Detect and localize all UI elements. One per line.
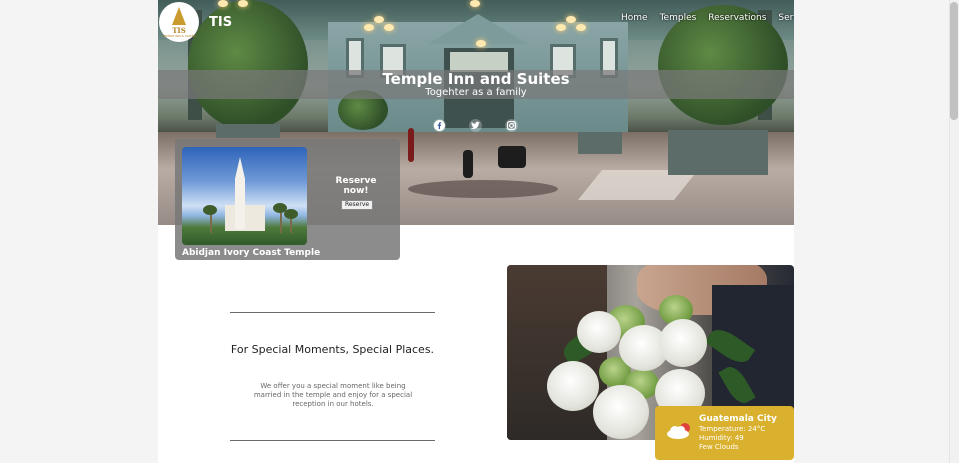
few-clouds-icon xyxy=(667,423,690,439)
hero-door-window xyxy=(450,52,508,72)
hero-chandelier xyxy=(374,16,384,23)
hero-title: Temple Inn and Suites xyxy=(382,70,570,88)
hero-rug xyxy=(408,180,558,198)
page-margin-right xyxy=(794,0,949,463)
reservation-card: Reserve now! Reserve Abidjan Ivory Coast… xyxy=(175,139,400,260)
social-links xyxy=(433,119,518,132)
hero-chandelier xyxy=(238,0,248,7)
moments-body: We offer you a special moment like being… xyxy=(253,382,413,408)
hero-chandelier xyxy=(364,24,374,31)
hero-person xyxy=(408,128,414,162)
nav-item-reservations[interactable]: Reservations xyxy=(708,13,766,23)
hero-chandelier xyxy=(556,24,566,31)
page-content: TIS TEMPLE INN & SUITES TIS Home Temples… xyxy=(158,0,794,463)
temple-building xyxy=(225,205,265,231)
page-margin-left xyxy=(0,0,158,463)
nav-item-home[interactable]: Home xyxy=(621,13,648,23)
hero-person xyxy=(463,150,473,178)
temple-name: Abidjan Ivory Coast Temple xyxy=(182,248,321,258)
hero-chandelier xyxy=(470,0,480,7)
scrollbar[interactable] xyxy=(949,0,959,463)
twitter-icon[interactable] xyxy=(469,119,482,132)
bouquet-flower xyxy=(593,385,649,439)
hero-chandelier xyxy=(218,0,228,7)
hero-tree xyxy=(658,5,788,125)
logo-temple-icon xyxy=(172,7,186,25)
hero-chandelier xyxy=(566,16,576,23)
hero-chandelier xyxy=(576,24,586,31)
section-divider xyxy=(230,440,435,441)
brand-name[interactable]: TIS xyxy=(209,15,232,30)
weather-humidity: Humidity: 49 xyxy=(699,434,744,442)
hero-subtitle: Togehter as a family xyxy=(425,87,527,98)
hero-planter xyxy=(216,124,280,138)
scrollbar-thumb[interactable] xyxy=(950,2,958,120)
nav-item-temples[interactable]: Temples xyxy=(660,13,697,23)
palm-tree xyxy=(203,205,217,215)
hero-planter xyxy=(668,130,768,175)
temple-spire xyxy=(235,157,245,229)
bouquet-flower xyxy=(659,319,707,367)
hero-person xyxy=(498,146,526,168)
logo-subtext: TEMPLE INN & SUITES xyxy=(162,34,196,38)
weather-widget: Guatemala City Temperature: 24°C Humidit… xyxy=(655,406,794,460)
weather-temperature: Temperature: 24°C xyxy=(699,425,766,433)
nav-item-services[interactable]: Services xyxy=(778,13,794,23)
temple-photo[interactable] xyxy=(182,147,307,245)
weather-city: Guatemala City xyxy=(699,414,777,424)
hero-planter xyxy=(578,132,622,154)
hero-chandelier xyxy=(384,24,394,31)
hero-tree xyxy=(188,0,308,130)
palm-tree xyxy=(284,209,298,219)
facebook-icon[interactable] xyxy=(433,119,446,132)
bouquet-flower xyxy=(547,361,599,411)
reserve-heading: Reserve now! xyxy=(335,176,377,196)
bouquet-flower xyxy=(577,311,621,353)
logo[interactable]: TIS TEMPLE INN & SUITES xyxy=(159,2,199,42)
moments-title: For Special Moments, Special Places. xyxy=(230,343,435,356)
weather-condition: Few Clouds xyxy=(699,443,739,451)
section-divider xyxy=(230,312,435,313)
main-nav: Home Temples Reservations Services xyxy=(621,13,794,23)
hero-chandelier xyxy=(476,40,486,47)
reserve-button[interactable]: Reserve xyxy=(341,200,373,210)
instagram-icon[interactable] xyxy=(505,119,518,132)
